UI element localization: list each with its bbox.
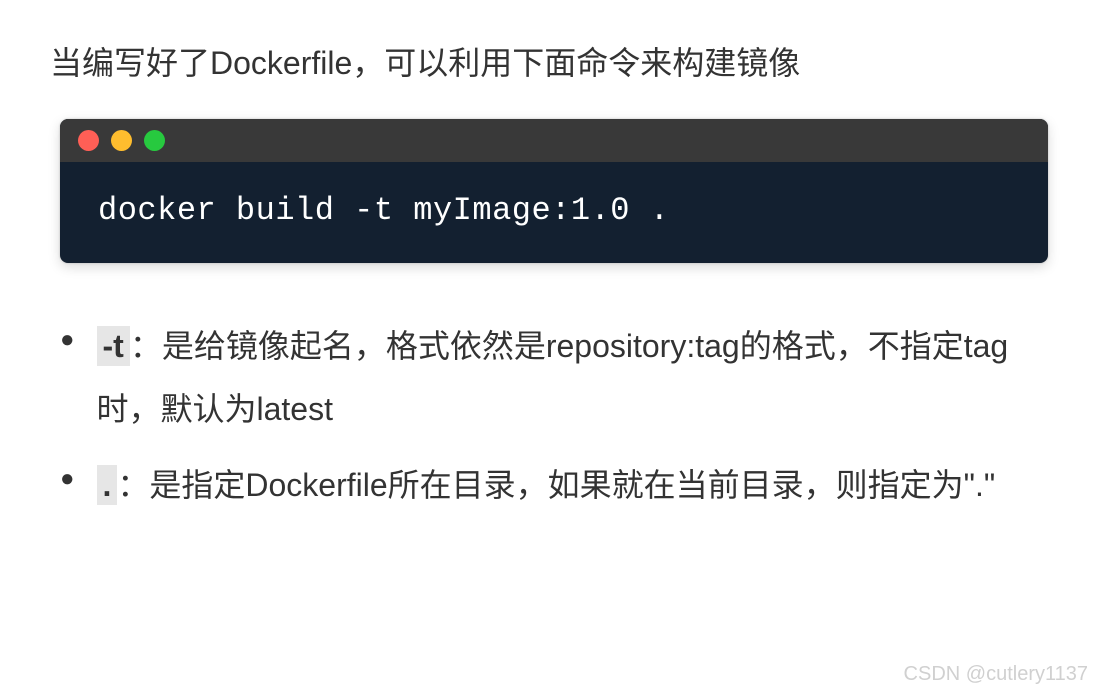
- list-item-text: ：是指定Dockerfile所在目录，如果就在当前目录，则指定为".": [117, 467, 995, 503]
- list-item-content: .：是指定Dockerfile所在目录，如果就在当前目录，则指定为".": [97, 454, 1059, 516]
- bullet-icon: ●: [60, 465, 75, 494]
- list-item-content: -t：是给镜像起名，格式依然是repository:tag的格式，不指定tag时…: [97, 315, 1059, 440]
- close-icon: [78, 130, 99, 151]
- minimize-icon: [111, 130, 132, 151]
- inline-code-flag: -t: [97, 326, 130, 366]
- terminal-command: docker build -t myImage:1.0 .: [98, 192, 669, 229]
- list-item: ● -t：是给镜像起名，格式依然是repository:tag的格式，不指定ta…: [60, 315, 1058, 440]
- bullet-icon: ●: [60, 326, 75, 355]
- explanation-list: ● -t：是给镜像起名，格式依然是repository:tag的格式，不指定ta…: [50, 315, 1058, 516]
- watermark-text: CSDN @cutlery1137: [904, 663, 1088, 686]
- list-item: ● .：是指定Dockerfile所在目录，如果就在当前目录，则指定为".": [60, 454, 1058, 516]
- terminal-body: docker build -t myImage:1.0 .: [60, 162, 1048, 263]
- intro-text: 当编写好了Dockerfile，可以利用下面命令来构建镜像: [50, 38, 1058, 89]
- terminal-titlebar: [60, 119, 1048, 162]
- terminal-window: docker build -t myImage:1.0 .: [60, 119, 1048, 263]
- maximize-icon: [144, 130, 165, 151]
- list-item-text: ：是给镜像起名，格式依然是repository:tag的格式，不指定tag时，默…: [97, 328, 1009, 426]
- inline-code-dot: .: [97, 465, 118, 505]
